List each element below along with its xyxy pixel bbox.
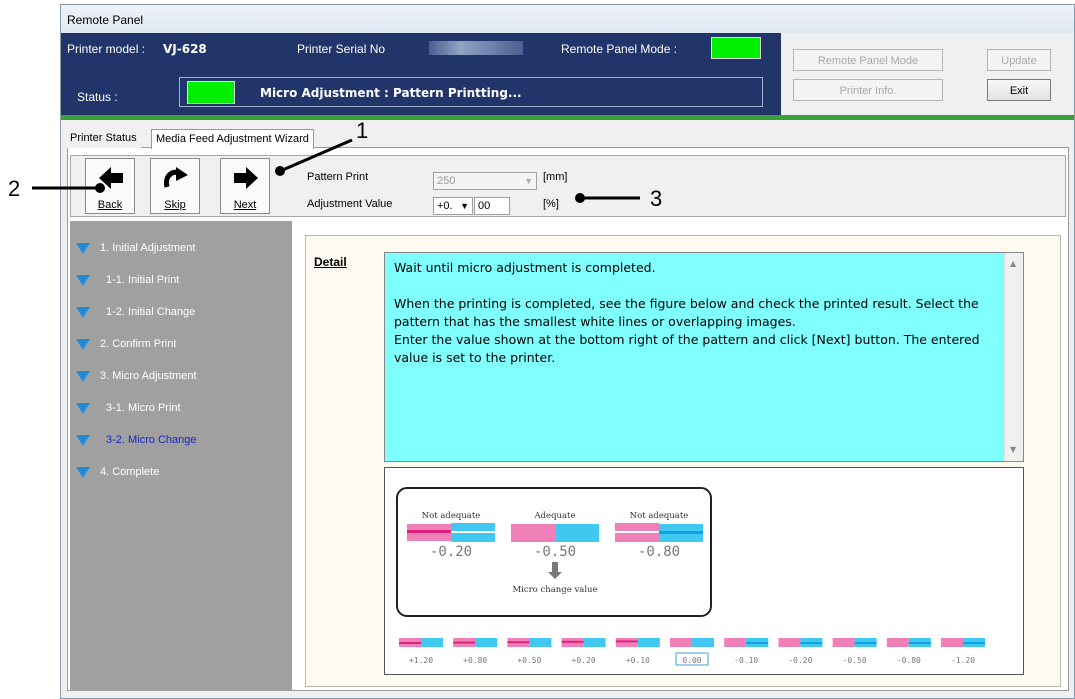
callout-overlay xyxy=(32,138,640,203)
callout-1-number: 1 xyxy=(356,118,369,143)
callout-2-number: 2 xyxy=(8,176,21,201)
callout-2-dot xyxy=(95,183,105,193)
callout-1-dot xyxy=(275,166,285,176)
callout-1-line xyxy=(277,138,353,174)
callout-3-dot xyxy=(575,193,585,203)
callout-3-number: 3 xyxy=(650,186,663,211)
